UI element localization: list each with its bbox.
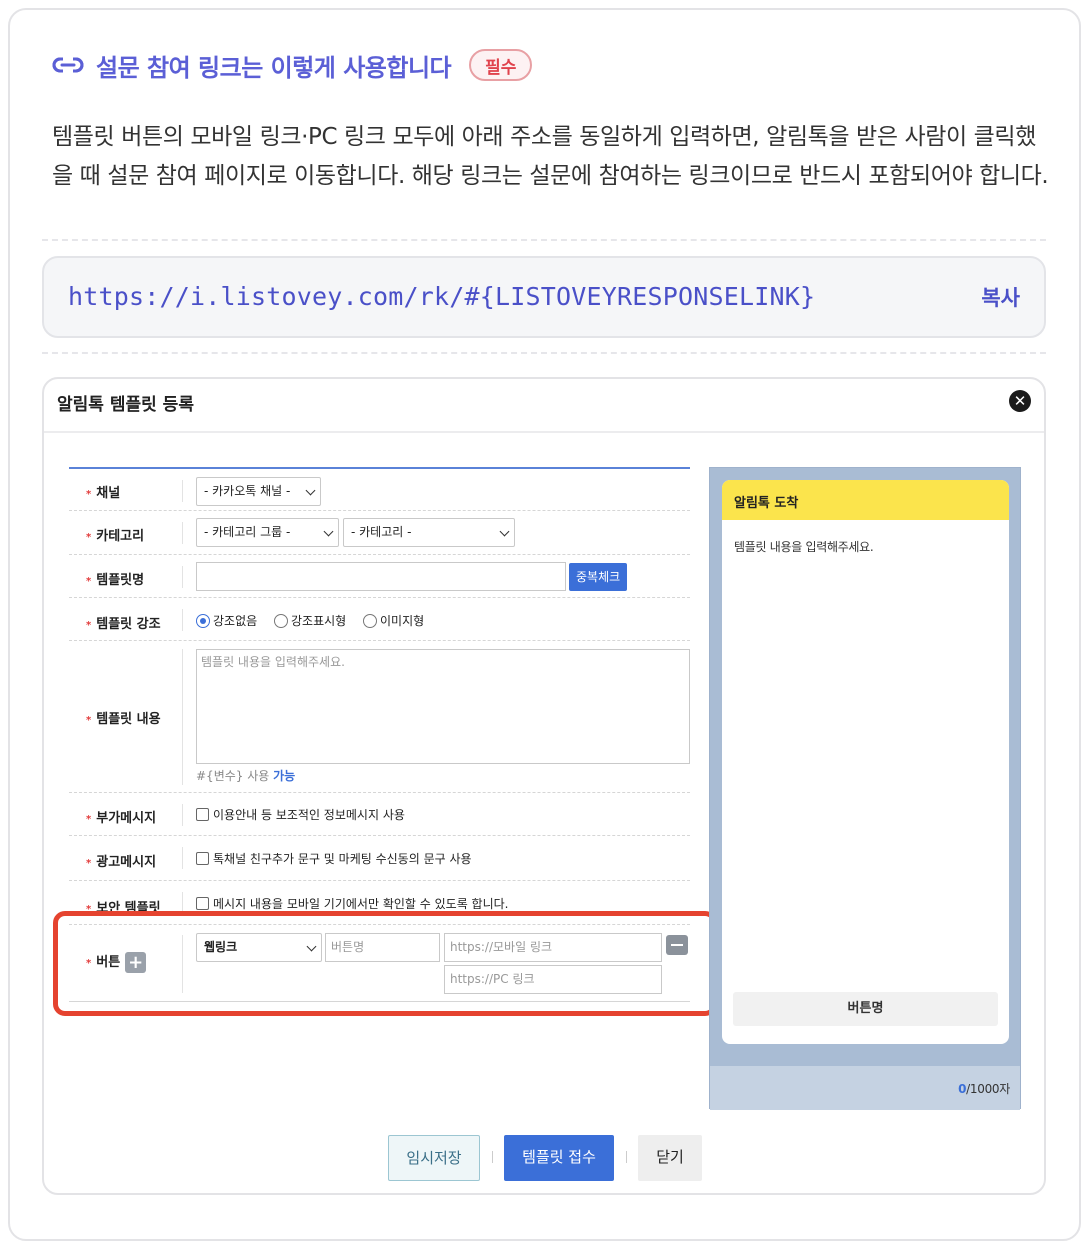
extra-message-label: 부가메시지 bbox=[96, 811, 157, 826]
ad-message-checkbox[interactable]: 톡채널 친구추가 문구 및 마케팅 수신동의 문구 사용 bbox=[196, 850, 472, 867]
temp-save-button[interactable]: 임시저장 bbox=[388, 1135, 480, 1181]
divider bbox=[42, 352, 1046, 354]
required-star-icon: * bbox=[86, 489, 92, 500]
category-select[interactable]: - 카테고리 - bbox=[343, 518, 515, 547]
variable-hint-link[interactable]: 가능 bbox=[273, 769, 295, 783]
close-button[interactable]: 닫기 bbox=[638, 1135, 702, 1181]
extra-message-checkbox[interactable]: 이용안내 등 보조적인 정보메시지 사용 bbox=[196, 806, 405, 823]
preview-bubble: 알림톡 도착 템플릿 내용을 입력해주세요. 버튼명 bbox=[722, 480, 1009, 1044]
guide-title: 설문 참여 링크는 이렇게 사용합니다 bbox=[96, 53, 452, 82]
submit-template-button[interactable]: 템플릿 접수 bbox=[504, 1135, 614, 1181]
radio-checked-icon bbox=[196, 613, 210, 628]
preview-header: 알림톡 도착 bbox=[722, 480, 1009, 520]
form-row-ad-message: * 광고메시지 톡채널 친구추가 문구 및 마케팅 수신동의 문구 사용 bbox=[69, 836, 690, 881]
form-row-extra-message: * 부가메시지 이용안내 등 보조적인 정보메시지 사용 bbox=[69, 793, 690, 836]
preview-button: 버튼명 bbox=[733, 992, 998, 1026]
modal-header: 알림톡 템플릿 등록 ✕ bbox=[44, 379, 1044, 433]
emphasis-label: 템플릿 강조 bbox=[96, 617, 161, 632]
required-star-icon: * bbox=[86, 620, 92, 631]
form-row-emphasis: * 템플릿 강조 강조없음 강조표시형 이미지형 bbox=[69, 598, 690, 641]
channel-label: 채널 bbox=[96, 486, 121, 501]
channel-select[interactable]: - 카카오톡 채널 - bbox=[196, 477, 321, 506]
duplicate-check-button[interactable]: 중복체크 bbox=[569, 563, 628, 591]
form-row-channel: * 채널 - 카카오톡 채널 - bbox=[69, 469, 690, 511]
radio-no-emphasis[interactable]: 강조없음 bbox=[196, 612, 257, 629]
checkbox-icon bbox=[196, 808, 209, 821]
char-count: 0/1000자 bbox=[958, 1082, 1010, 1096]
checkbox-icon bbox=[196, 897, 209, 910]
required-star-icon: * bbox=[86, 858, 92, 869]
required-star-icon: * bbox=[86, 576, 92, 587]
form-row-template-name: * 템플릿명 중복체크 bbox=[69, 555, 690, 598]
template-register-modal: 알림톡 템플릿 등록 ✕ * 채널 - 카카오톡 채널 - * 카테고리 - 카테고… bbox=[42, 377, 1046, 1195]
form-row-category: * 카테고리 - 카테고리 그룹 - - 카테고리 - bbox=[69, 511, 690, 555]
guide-description: 템플릿 버튼의 모바일 링크·PC 링크 모두에 아래 주소를 동일하게 입력하… bbox=[52, 124, 1049, 189]
guide-header: 설문 참여 링크는 이렇게 사용합니다 필수 bbox=[52, 48, 533, 82]
variable-hint: #{변수} 사용 가능 bbox=[196, 769, 296, 783]
required-badge: 필수 bbox=[469, 49, 533, 81]
template-name-input[interactable] bbox=[196, 562, 566, 591]
button-row-highlight bbox=[53, 911, 717, 1016]
required-star-icon: * bbox=[86, 532, 92, 543]
response-link-url[interactable]: https://i.listovey.com/rk/#{LISTOVEYRESP… bbox=[68, 282, 815, 311]
radio-image-type[interactable]: 이미지형 bbox=[363, 612, 424, 629]
template-content-textarea[interactable]: 템플릿 내용을 입력해주세요. bbox=[196, 649, 690, 764]
preview-body: 템플릿 내용을 입력해주세요. bbox=[734, 540, 874, 554]
url-box: https://i.listovey.com/rk/#{LISTOVEYRESP… bbox=[42, 256, 1046, 338]
divider bbox=[42, 239, 1046, 241]
modal-title: 알림톡 템플릿 등록 bbox=[57, 395, 194, 415]
kakao-preview-panel: 알림톡 도착 템플릿 내용을 입력해주세요. 버튼명 0/1000자 bbox=[709, 467, 1021, 1110]
radio-emphasis-display[interactable]: 강조표시형 bbox=[274, 612, 346, 629]
required-star-icon: * bbox=[86, 715, 92, 726]
required-star-icon: * bbox=[86, 814, 92, 825]
radio-icon bbox=[363, 613, 377, 628]
ad-message-label: 광고메시지 bbox=[96, 855, 157, 870]
chevron-down-icon bbox=[323, 526, 334, 537]
category-label: 카테고리 bbox=[96, 529, 145, 544]
chevron-down-icon bbox=[499, 526, 510, 537]
template-name-label: 템플릿명 bbox=[96, 573, 145, 588]
content-label: 템플릿 내용 bbox=[96, 712, 161, 727]
category-group-select[interactable]: - 카테고리 그룹 - bbox=[196, 518, 339, 547]
link-icon bbox=[52, 57, 84, 73]
radio-icon bbox=[274, 613, 288, 628]
close-icon[interactable]: ✕ bbox=[1009, 390, 1031, 412]
preview-footer: 0/1000자 bbox=[710, 1066, 1020, 1110]
secure-template-checkbox[interactable]: 메시지 내용을 모바일 기기에서만 확인할 수 있도록 합니다. bbox=[196, 895, 508, 912]
chevron-down-icon bbox=[305, 485, 316, 496]
checkbox-icon bbox=[196, 852, 209, 865]
copy-button[interactable]: 복사 bbox=[981, 282, 1020, 312]
